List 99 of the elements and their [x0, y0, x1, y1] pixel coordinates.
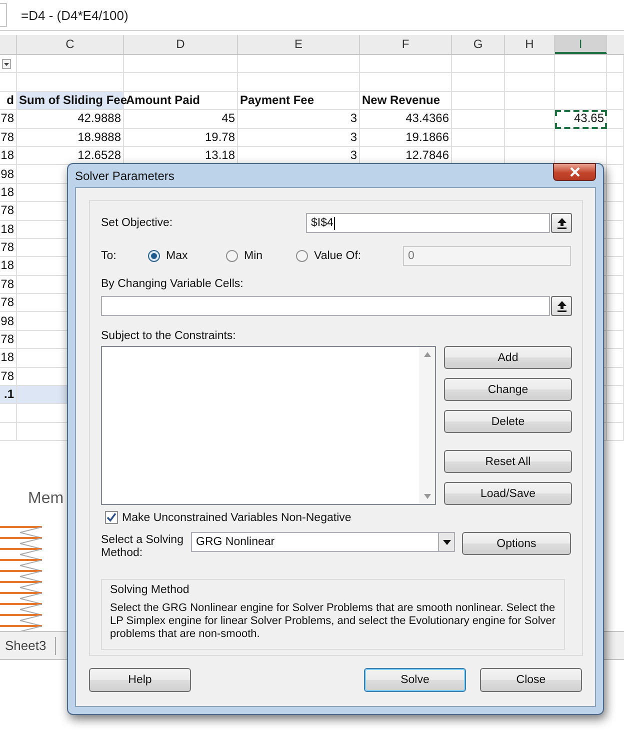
table-cell	[607, 349, 624, 368]
table-cell	[607, 202, 624, 221]
table-cell	[607, 330, 624, 350]
column-header[interactable]: F	[360, 35, 452, 54]
dialog-button[interactable]: Help	[89, 668, 191, 692]
table-cell	[452, 92, 505, 110]
table-cell	[505, 73, 555, 92]
table-cell: 18	[0, 220, 17, 239]
table-cell	[607, 386, 624, 404]
table-cell	[607, 368, 624, 386]
collapse-button[interactable]	[551, 213, 572, 233]
table-cell	[607, 128, 624, 147]
table-cell: 98	[0, 165, 17, 184]
table-cell: 18	[0, 349, 17, 368]
table-cell: 78	[0, 202, 17, 221]
table-cell: 18	[0, 146, 17, 166]
table-cell: New Revenue	[360, 92, 452, 110]
table-cell: Payment Fee	[238, 92, 360, 110]
table-cell	[607, 146, 624, 166]
table-cell: 18	[0, 257, 17, 276]
table-cell	[452, 73, 505, 92]
table-cell	[607, 238, 624, 258]
column-header[interactable]: D	[124, 35, 238, 54]
table-cell: 78	[0, 238, 17, 258]
collapse-button[interactable]	[551, 296, 572, 316]
table-cell	[607, 404, 624, 423]
table-cell: 98	[0, 312, 17, 331]
table-cell	[607, 92, 624, 110]
table-cell: 78	[0, 128, 17, 147]
close-button[interactable]	[553, 163, 596, 181]
checkbox[interactable]	[105, 511, 118, 524]
to-label: To:	[101, 250, 118, 262]
group-title: Solving Method	[110, 584, 190, 596]
method-dropdown[interactable]: GRG Nonlinear	[191, 532, 455, 552]
dialog-button[interactable]: Close	[480, 668, 582, 692]
constraints-label: Subject to the Constraints:	[101, 330, 237, 342]
table-cell: 19.78	[124, 128, 238, 147]
table-cell: 18	[0, 184, 17, 202]
table-cell	[607, 184, 624, 202]
table-cell: 43.4366	[360, 110, 452, 129]
dialog-button[interactable]: Solve	[364, 668, 466, 692]
table-cell: 78	[0, 330, 17, 350]
constraint-button[interactable]: Load/Save	[444, 482, 572, 505]
constraint-button[interactable]: Change	[444, 378, 572, 401]
method-description: Select the GRG Nonlinear engine for Solver Problems that are smooth nonlinear. Select the LP Simplex engine for linear Solver Problems, and select the Evolutionary engine for Solver problems that are non-smooth.	[110, 602, 556, 641]
table-cell: 45	[124, 110, 238, 129]
column-header[interactable]: C	[17, 35, 124, 54]
check-icon	[106, 512, 117, 523]
formula-text[interactable]: =D4 - (D4*E4/100)	[21, 8, 128, 22]
caret-icon[interactable]	[442, 540, 450, 544]
table-cell	[607, 312, 624, 331]
column-header[interactable]: G	[452, 35, 505, 54]
table-cell	[555, 92, 607, 110]
table-cell	[607, 276, 624, 294]
table-cell: 3	[238, 128, 360, 147]
table-cell: 19.1866	[360, 128, 452, 147]
upload-arrow-icon	[556, 218, 566, 228]
table-cell: .1	[0, 386, 17, 404]
objective-field[interactable]: $I$4	[306, 213, 550, 233]
objective-label: Set Objective:	[101, 217, 173, 229]
table-cell	[555, 128, 607, 147]
constraint-button[interactable]: Reset All	[444, 450, 572, 473]
dropdown-icon[interactable]	[2, 58, 11, 69]
variable-cells-label: By Changing Variable Cells:	[101, 278, 244, 290]
non-negative-checkbox[interactable]: Make Unconstrained Variables Non-Negative	[105, 511, 572, 524]
chart-title: Mem	[28, 490, 64, 508]
close-icon	[568, 167, 580, 177]
table-cell	[505, 92, 555, 110]
table-cell: 3	[238, 110, 360, 129]
solving-method-label: Select a Solving Method:	[101, 534, 184, 560]
column-header[interactable]: E	[238, 35, 360, 54]
table-cell	[607, 73, 624, 92]
table-cell	[607, 220, 624, 239]
table-cell	[607, 110, 624, 129]
scroll-up-icon[interactable]	[424, 352, 430, 357]
table-cell	[555, 73, 607, 92]
table-cell: 42.9888	[17, 110, 124, 129]
table-cell: 43.65	[555, 110, 607, 129]
column-header[interactable]: I	[555, 35, 607, 54]
table-cell	[607, 257, 624, 276]
scroll-down-icon[interactable]	[424, 494, 430, 499]
constraint-button[interactable]: Add	[444, 346, 572, 369]
constraint-button[interactable]: Delete	[444, 410, 572, 433]
options-button[interactable]: Options	[462, 532, 571, 555]
table-cell	[452, 110, 505, 129]
sheet-tab[interactable]: Sheet3	[0, 636, 56, 655]
window-title: Solver Parameters	[75, 169, 174, 183]
table-cell: 18.9888	[17, 128, 124, 147]
table-cell	[607, 294, 624, 312]
table-cell	[607, 165, 624, 184]
table-cell: 78	[0, 294, 17, 312]
table-cell	[607, 422, 624, 442]
table-cell	[505, 110, 555, 129]
name-box[interactable]	[0, 3, 7, 27]
table-cell: 78	[0, 276, 17, 294]
variable-cells-field[interactable]	[101, 296, 550, 316]
scrollbar[interactable]	[419, 347, 435, 504]
table-cell: 78	[0, 110, 17, 129]
upload-arrow-icon	[556, 300, 566, 312]
